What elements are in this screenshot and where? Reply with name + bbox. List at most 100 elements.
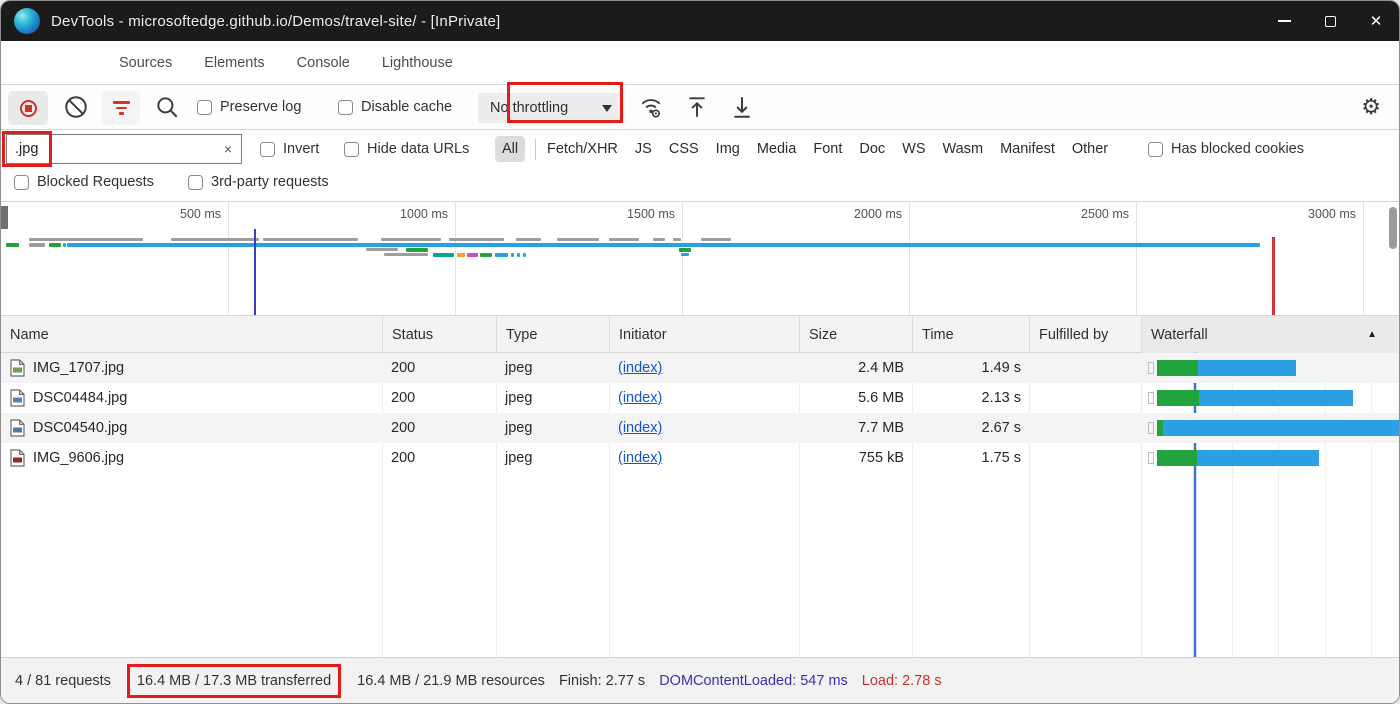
clear-network-log-icon[interactable] [63, 94, 89, 120]
column-header-time[interactable]: Time [912, 316, 1029, 353]
initiator-link[interactable]: (index) [618, 420, 662, 436]
timeline-tick-label: 2000 ms [854, 207, 909, 221]
export-har-icon[interactable] [729, 94, 755, 120]
timeline-activity-segment [433, 253, 454, 257]
timeline-activity-segment [495, 253, 508, 257]
timeline-activity-segment [517, 253, 520, 257]
timeline-activity-segment [384, 253, 428, 256]
window-title: DevTools - microsoftedge.github.io/Demos… [51, 13, 500, 30]
type-filter-fetch-xhr[interactable]: Fetch/XHR [547, 141, 618, 157]
timeline-tick-label: 1500 ms [627, 207, 682, 221]
tab-console[interactable]: Console [297, 55, 350, 71]
disable-cache-checkbox[interactable] [338, 100, 353, 115]
waterfall-download-bar [1197, 450, 1319, 466]
table-header: Name Status Type Initiator Size Time Ful… [1, 316, 1399, 353]
waterfall-queue-marker [1148, 362, 1154, 374]
type-filter-img[interactable]: Img [716, 141, 740, 157]
column-header-size[interactable]: Size [799, 316, 912, 353]
column-header-status[interactable]: Status [382, 316, 496, 353]
minimize-button[interactable] [1261, 1, 1307, 41]
load-event-marker [1272, 237, 1275, 316]
minimize-icon [1278, 20, 1291, 21]
type-filter-doc[interactable]: Doc [859, 141, 885, 157]
tool-tabs: Sources Elements Console Lighthouse [119, 41, 453, 85]
hide-data-urls-checkbox[interactable] [344, 142, 359, 157]
table-row[interactable]: IMG_1707.jpg 200 jpeg (index) 2.4 MB 1.4… [1, 353, 1399, 383]
type-filter-js[interactable]: JS [635, 141, 652, 157]
column-header-initiator[interactable]: Initiator [609, 316, 799, 353]
table-row[interactable]: DSC04484.jpg 200 jpeg (index) 5.6 MB 2.1… [1, 383, 1399, 413]
clear-filter-icon[interactable]: × [224, 141, 232, 157]
timeline-gridline [1363, 202, 1364, 316]
request-status: 200 [391, 443, 415, 473]
table-row[interactable]: IMG_9606.jpg 200 jpeg (index) 755 kB 1.7… [1, 443, 1399, 473]
type-filter-other[interactable]: Other [1072, 141, 1108, 157]
network-settings-gear-icon[interactable]: ⚙ [1361, 96, 1381, 118]
timeline-activity-segment [480, 253, 492, 257]
type-filter-wasm[interactable]: Wasm [943, 141, 984, 157]
request-type: jpeg [505, 383, 532, 413]
network-overview-timeline[interactable]: 500 ms1000 ms1500 ms2000 ms2500 ms3000 m… [1, 202, 1399, 316]
column-header-type[interactable]: Type [496, 316, 609, 353]
column-header-name[interactable]: Name [1, 316, 382, 353]
timeline-activity-segment [63, 243, 66, 247]
network-toolbar: Preserve log Disable cache No throttling [1, 86, 1399, 130]
image-file-icon [10, 359, 25, 377]
blocked-requests-checkbox[interactable] [14, 175, 29, 190]
timeline-activity-segment [449, 238, 504, 241]
preserve-log-checkbox[interactable] [197, 100, 212, 115]
request-time: 1.75 s [912, 443, 1021, 473]
request-status: 200 [391, 353, 415, 383]
timeline-tick-label: 2500 ms [1081, 207, 1136, 221]
type-filter-font[interactable]: Font [813, 141, 842, 157]
request-type: jpeg [505, 443, 532, 473]
initiator-link[interactable]: (index) [618, 390, 662, 406]
import-har-icon[interactable] [684, 94, 710, 120]
dom-content-loaded-marker [254, 229, 256, 316]
invert-checkbox[interactable] [260, 142, 275, 157]
maximize-icon [1325, 16, 1336, 27]
third-party-checkbox[interactable] [188, 175, 203, 190]
sort-ascending-icon[interactable]: ▲ [1367, 329, 1377, 340]
image-file-icon [10, 419, 25, 437]
timeline-drag-handle[interactable] [1, 206, 8, 229]
network-conditions-icon[interactable] [638, 94, 664, 120]
timeline-scrollbar-thumb[interactable] [1389, 207, 1397, 249]
timeline-activity-segment [557, 238, 599, 241]
waterfall-bar [1141, 383, 1400, 413]
table-rows: IMG_1707.jpg 200 jpeg (index) 2.4 MB 1.4… [1, 353, 1399, 473]
timeline-tick-label: 1000 ms [400, 207, 455, 221]
third-party-group: 3rd-party requests [188, 174, 329, 190]
timeline-activity-segment [457, 253, 465, 257]
table-row[interactable]: DSC04540.jpg 200 jpeg (index) 7.7 MB 2.6… [1, 413, 1399, 443]
image-file-icon [10, 449, 25, 467]
has-blocked-cookies-checkbox[interactable] [1148, 142, 1163, 157]
filter-icon[interactable] [102, 91, 140, 125]
maximize-button[interactable] [1307, 1, 1353, 41]
blocked-requests-group: Blocked Requests [14, 174, 154, 190]
search-icon[interactable] [154, 94, 180, 120]
record-network-log-button[interactable] [8, 91, 48, 125]
close-button[interactable]: ✕ [1353, 1, 1399, 41]
timeline-gridline [909, 202, 910, 316]
annotation-box-network [507, 82, 623, 123]
type-filter-css[interactable]: CSS [669, 141, 699, 157]
type-filter-all[interactable]: All [495, 136, 525, 162]
request-size: 7.7 MB [799, 413, 904, 443]
timeline-gridline [455, 202, 456, 316]
request-size: 5.6 MB [799, 383, 904, 413]
tab-sources[interactable]: Sources [119, 55, 172, 71]
type-filter-manifest[interactable]: Manifest [1000, 141, 1055, 157]
request-name: DSC04540.jpg [33, 420, 127, 436]
tab-elements[interactable]: Elements [204, 55, 264, 71]
timeline-activity-segment [673, 238, 681, 241]
tab-lighthouse[interactable]: Lighthouse [382, 55, 453, 71]
type-filter-media[interactable]: Media [757, 141, 797, 157]
column-header-waterfall[interactable]: Waterfall [1141, 316, 1400, 353]
type-filter-ws[interactable]: WS [902, 141, 925, 157]
invert-label: Invert [283, 141, 319, 157]
resources-summary: 16.4 MB / 21.9 MB resources [357, 673, 545, 689]
initiator-link[interactable]: (index) [618, 450, 662, 466]
initiator-link[interactable]: (index) [618, 360, 662, 376]
column-header-fulfilled-by[interactable]: Fulfilled by [1029, 316, 1141, 353]
